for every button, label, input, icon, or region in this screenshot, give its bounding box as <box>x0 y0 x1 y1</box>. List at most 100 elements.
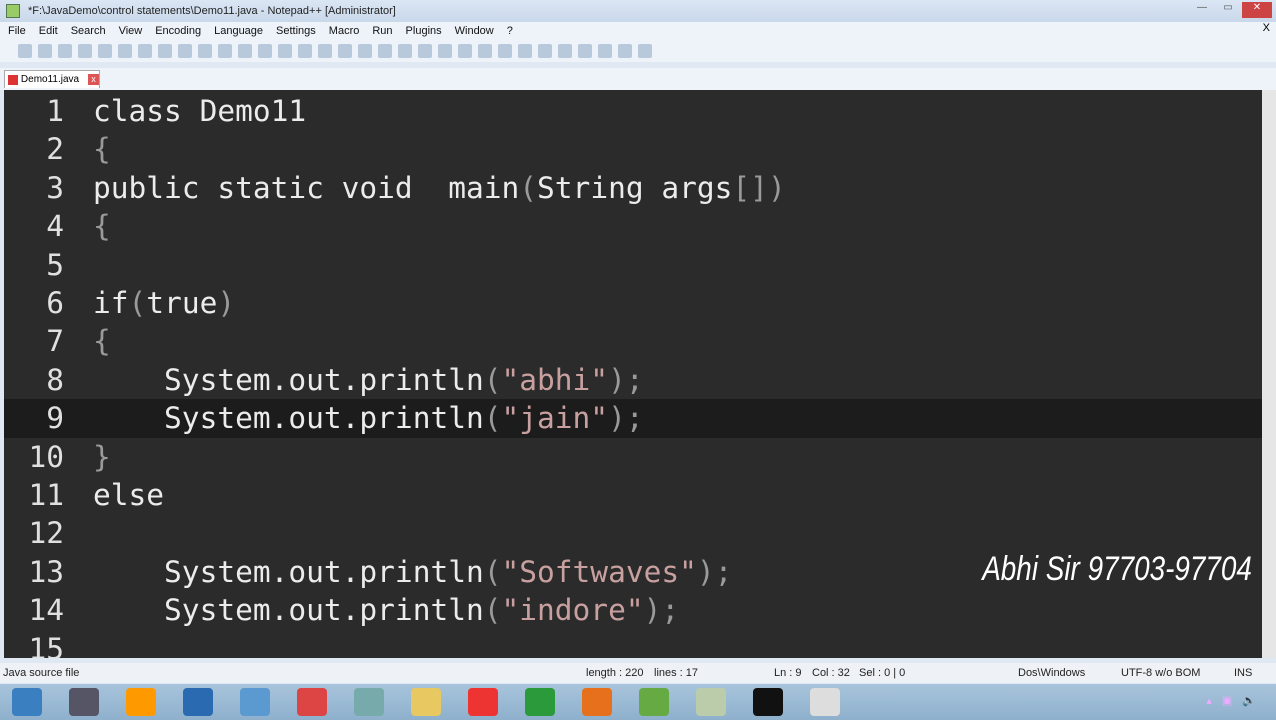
toolbar-button-icon[interactable] <box>498 44 512 58</box>
line-number: Ln : 9 <box>774 667 802 679</box>
toolbar-button-icon[interactable] <box>358 44 372 58</box>
toolbar-button-icon[interactable] <box>58 44 72 58</box>
toolbar-button-icon[interactable] <box>118 44 132 58</box>
toolbar-button-icon[interactable] <box>598 44 612 58</box>
code-line[interactable]: 15 <box>4 630 1262 658</box>
toolbar-button-icon[interactable] <box>238 44 252 58</box>
media-player-icon[interactable] <box>126 688 156 716</box>
toolbar-button-icon[interactable] <box>558 44 572 58</box>
column: Col : 32 <box>812 667 850 679</box>
code-text: class Demo11 <box>93 94 307 128</box>
toolbar-button-icon[interactable] <box>38 44 52 58</box>
toolbar-button-icon[interactable] <box>478 44 492 58</box>
code-line[interactable]: 12 <box>4 514 1262 552</box>
toolbar <box>0 40 1276 62</box>
toolbar-button-icon[interactable] <box>438 44 452 58</box>
toolbar-button-icon[interactable] <box>538 44 552 58</box>
file-modified-icon <box>8 74 18 85</box>
code-line[interactable]: 2{ <box>4 130 1262 168</box>
toolbar-button-icon[interactable] <box>198 44 212 58</box>
menu-plugins[interactable]: Plugins <box>406 22 442 40</box>
tab-label: Demo11.java <box>20 74 80 85</box>
tab-demo11[interactable]: Demo11.java x <box>4 70 100 88</box>
code-line[interactable]: 14 System.out.println("indore"); <box>4 591 1262 629</box>
code-line[interactable]: 9 System.out.println("jain"); <box>4 399 1262 438</box>
menu-window[interactable]: Window <box>455 22 494 40</box>
toolbar-button-icon[interactable] <box>78 44 92 58</box>
start-icon[interactable] <box>12 688 42 716</box>
code-line[interactable]: 7{ <box>4 322 1262 360</box>
maximize-button[interactable]: ▭ <box>1216 2 1240 18</box>
code-text: { <box>93 132 111 167</box>
tab-close-icon[interactable]: x <box>88 74 99 85</box>
code-line[interactable]: 8 System.out.println("abhi"); <box>4 361 1262 399</box>
tab-bar: Demo11.java x <box>0 68 1276 90</box>
line-number: 11 <box>28 478 64 512</box>
toolbar-button-icon[interactable] <box>18 44 32 58</box>
toolbar-button-icon[interactable] <box>378 44 392 58</box>
explorer-icon[interactable] <box>411 688 441 716</box>
toolbar-button-icon[interactable] <box>98 44 112 58</box>
line-number: 5 <box>46 247 64 282</box>
menu-help[interactable]: ? <box>507 22 513 40</box>
code-line[interactable]: 1 class Demo11 <box>4 92 1262 130</box>
computer-icon[interactable] <box>183 688 213 716</box>
toolbar-button-icon[interactable] <box>638 44 652 58</box>
toolbar-button-icon[interactable] <box>138 44 152 58</box>
toolbar-button-icon[interactable] <box>278 44 292 58</box>
menu-edit[interactable]: Edit <box>39 22 58 40</box>
code-text: { <box>93 209 111 244</box>
code-line[interactable]: 6 if(true) <box>4 284 1262 322</box>
calculator-icon[interactable] <box>69 688 99 716</box>
toolbar-button-icon[interactable] <box>518 44 532 58</box>
menu-file[interactable]: File <box>8 22 26 40</box>
toolbar-button-icon[interactable] <box>218 44 232 58</box>
code-line[interactable]: 10} <box>4 438 1262 476</box>
menu-encoding[interactable]: Encoding <box>155 22 201 40</box>
toolbar-button-icon[interactable] <box>158 44 172 58</box>
powerpoint-icon[interactable] <box>297 688 327 716</box>
toolbar-button-icon[interactable] <box>458 44 472 58</box>
paint-icon[interactable] <box>696 688 726 716</box>
toolbar-button-icon[interactable] <box>178 44 192 58</box>
menu-bar: File Edit Search View Encoding Language Settin… <box>0 22 1276 40</box>
length: length : 220 <box>586 667 644 679</box>
code-line[interactable]: 5 <box>4 246 1262 284</box>
chrome-icon[interactable] <box>525 688 555 716</box>
code-line[interactable]: 3 public static void main(String args[]) <box>4 169 1262 207</box>
menu-language[interactable]: Language <box>214 22 263 40</box>
volume-icon[interactable]: 🔈 <box>1242 694 1256 707</box>
line-number: 15 <box>28 631 64 658</box>
menu-view[interactable]: View <box>119 22 143 40</box>
menu-run[interactable]: Run <box>372 22 392 40</box>
vertical-scrollbar[interactable] <box>1262 90 1276 658</box>
line-number: 3 <box>46 170 64 205</box>
firefox-icon[interactable] <box>582 688 612 716</box>
encoding: UTF-8 w/o BOM <box>1121 667 1201 679</box>
toolbar-button-icon[interactable] <box>618 44 632 58</box>
menu-macro[interactable]: Macro <box>329 22 360 40</box>
files-icon[interactable] <box>354 688 384 716</box>
blank-app-icon[interactable] <box>810 688 840 716</box>
notepad-plus-plus-icon[interactable] <box>639 688 669 716</box>
minimize-button[interactable]: — <box>1190 2 1214 18</box>
close-document-button[interactable]: X <box>1263 22 1270 34</box>
code-line[interactable]: 4{ <box>4 207 1262 245</box>
toolbar-button-icon[interactable] <box>398 44 412 58</box>
toolbar-button-icon[interactable] <box>298 44 312 58</box>
network-icon[interactable]: ▣ <box>1222 694 1232 707</box>
toolbar-button-icon[interactable] <box>418 44 432 58</box>
toolbar-button-icon[interactable] <box>258 44 272 58</box>
menu-settings[interactable]: Settings <box>276 22 316 40</box>
tray-arrow-icon[interactable]: ▴ <box>1206 694 1212 707</box>
command-prompt-icon[interactable] <box>753 688 783 716</box>
taskbar <box>0 684 1276 720</box>
toolbar-button-icon[interactable] <box>578 44 592 58</box>
toolbar-button-icon[interactable] <box>318 44 332 58</box>
remote-desktop-icon[interactable] <box>240 688 270 716</box>
toolbar-button-icon[interactable] <box>338 44 352 58</box>
close-button[interactable]: ✕ <box>1242 2 1272 18</box>
menu-search[interactable]: Search <box>71 22 106 40</box>
code-line[interactable]: 11 else <box>4 476 1262 514</box>
microsoft-office-icon[interactable] <box>468 688 498 716</box>
